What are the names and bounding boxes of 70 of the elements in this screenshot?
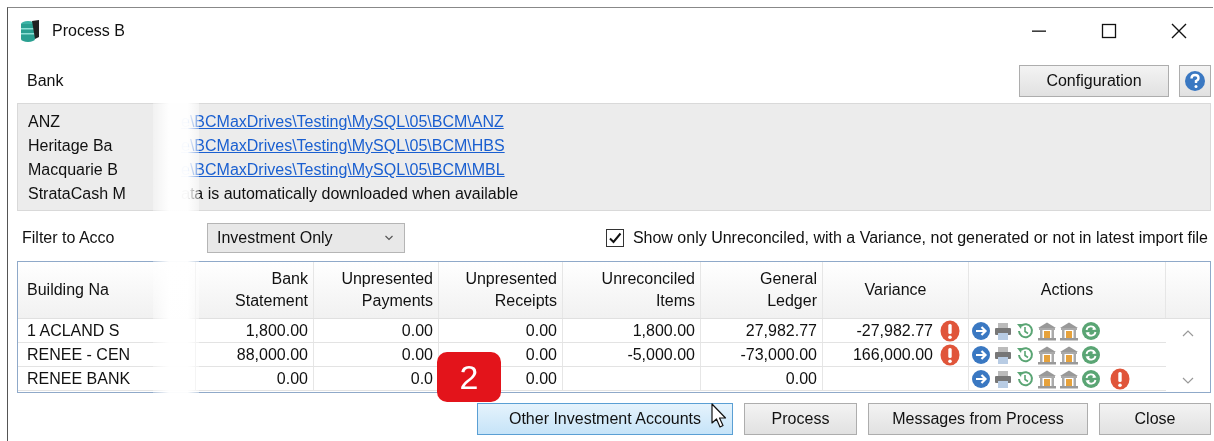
- printer-icon[interactable]: [993, 320, 1013, 341]
- column-header: General Ledger: [760, 269, 817, 311]
- app-icon: [20, 19, 40, 43]
- unreconciled-checkbox[interactable]: [605, 229, 624, 247]
- bank-icon[interactable]: [1059, 368, 1079, 389]
- table-cell: -5,000.00: [627, 345, 695, 364]
- refresh-icon[interactable]: [1081, 320, 1101, 341]
- bank-icon[interactable]: [1037, 368, 1057, 389]
- action-button[interactable]: Close: [1099, 403, 1211, 435]
- history-icon[interactable]: [1015, 368, 1035, 389]
- printer-icon[interactable]: [993, 368, 1013, 389]
- column-header: Unpresented Receipts: [465, 269, 557, 311]
- column-header: Variance: [864, 280, 927, 300]
- refresh-icon[interactable]: [1081, 344, 1101, 365]
- table-cell: -73,000.00: [740, 345, 817, 364]
- action-button[interactable]: Messages from Process: [868, 403, 1088, 435]
- table-cell: 0.00: [401, 345, 433, 364]
- filter-label: Filter to Acco: [21, 229, 116, 247]
- bank-name[interactable]: StrataCash M: [18, 185, 181, 203]
- help-button[interactable]: [1179, 65, 1211, 97]
- minimize-icon: [1032, 30, 1046, 32]
- bank-label: Bank: [26, 72, 64, 90]
- table-cell: 0.00: [276, 369, 308, 388]
- table-cell: 0.00: [525, 369, 557, 388]
- scroll-up-icon[interactable]: [1182, 329, 1194, 337]
- bank-icon[interactable]: [1037, 344, 1057, 365]
- configuration-button[interactable]: Configuration: [1019, 65, 1169, 97]
- table-cell: 1 ACLAND S: [27, 321, 120, 340]
- arrow-right-icon[interactable]: [971, 368, 991, 389]
- close-icon: [1171, 23, 1187, 39]
- table-cell: 0.0: [410, 369, 433, 388]
- chevron-down-icon: [384, 234, 394, 242]
- table-cell: 0.00: [401, 321, 433, 340]
- column-header: Building Na: [27, 280, 109, 300]
- history-icon[interactable]: [1015, 344, 1035, 365]
- table-cell: 0.00: [785, 369, 817, 388]
- bank-name[interactable]: Macquarie B: [18, 161, 181, 179]
- action-button[interactable]: Other Investment Accounts: [477, 403, 733, 435]
- bank-name[interactable]: Heritage Ba: [18, 137, 181, 155]
- history-icon[interactable]: [1015, 320, 1035, 341]
- checkbox-label: Show only Unreconciled, with a Variance, not generated or not in latest import file: [632, 229, 1208, 247]
- table-cell: RENEE - CEN: [27, 345, 131, 364]
- refresh-icon[interactable]: [1081, 368, 1101, 389]
- table-cell: 27,982.77: [745, 321, 817, 340]
- column-header: Unreconciled Items: [601, 269, 695, 311]
- step-badge: 2: [437, 352, 501, 402]
- printer-icon[interactable]: [993, 344, 1013, 365]
- table-cell: 166,000.00: [852, 345, 933, 364]
- bank-icon[interactable]: [1059, 320, 1079, 341]
- table-cell: 0.00: [525, 321, 557, 340]
- bank-icon[interactable]: [1059, 344, 1079, 365]
- bank-icon[interactable]: [1037, 320, 1057, 341]
- column-header: Unpresented Payments: [341, 269, 433, 311]
- account-type-dropdown[interactable]: Investment Only: [207, 223, 405, 253]
- table-cell: -27,982.77: [856, 321, 933, 340]
- table-cell: 1,800.00: [632, 321, 695, 340]
- scroll-down-icon[interactable]: [1182, 377, 1194, 385]
- arrow-right-icon[interactable]: [971, 344, 991, 365]
- bank-name[interactable]: ANZ: [18, 113, 181, 131]
- action-button[interactable]: Process: [744, 403, 857, 435]
- window-title: Process B: [52, 22, 125, 40]
- table-cell: 0.00: [525, 345, 557, 364]
- column-header: Actions: [1040, 280, 1094, 300]
- table-cell: RENEE BANK: [27, 369, 131, 388]
- column-header: Bank Statement: [235, 269, 308, 311]
- arrow-right-icon[interactable]: [971, 320, 991, 341]
- maximize-icon: [1101, 23, 1117, 39]
- table-cell: 88,000.00: [236, 345, 308, 364]
- help-icon: [1184, 70, 1206, 92]
- table-cell: 1,800.00: [245, 321, 308, 340]
